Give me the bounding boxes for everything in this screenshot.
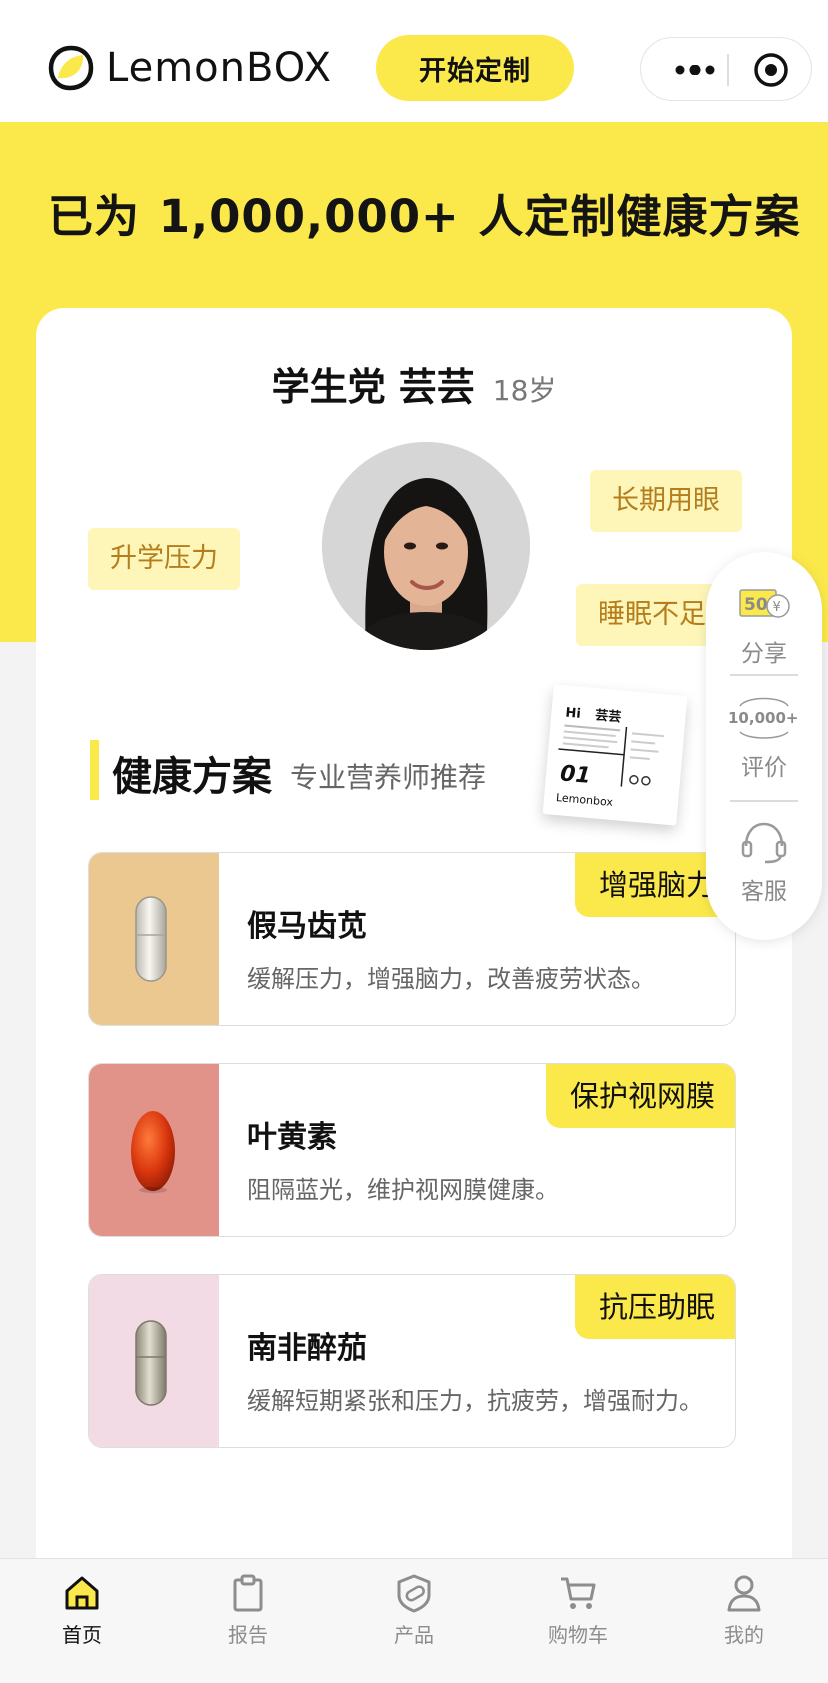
report-greeting: Hi <box>564 705 582 722</box>
review-bubble-icon: 10,000+ <box>728 697 798 739</box>
customer-service-button[interactable]: 客服 <box>706 820 822 906</box>
report-number: 01 <box>559 761 592 789</box>
target-circle-icon <box>754 53 788 87</box>
more-dots-icon <box>675 65 715 75</box>
capsule-pill-icon <box>135 1320 167 1406</box>
svg-text:50: 50 <box>744 595 768 615</box>
tab-products[interactable]: 产品 <box>354 1573 474 1648</box>
tab-cart[interactable]: 购物车 <box>518 1573 638 1648</box>
side-divider <box>730 800 798 802</box>
softgel-pill-icon <box>131 1111 175 1193</box>
tab-label: 报告 <box>228 1623 268 1647</box>
lemon-logo-icon <box>48 45 94 91</box>
report-brand: Lemonbox <box>555 791 614 809</box>
product-icon <box>397 1574 431 1613</box>
headline-suffix: 人定制健康方案 <box>478 190 801 243</box>
persona-age: 18岁 <box>492 374 557 407</box>
tab-home[interactable]: 首页 <box>22 1573 142 1648</box>
clipboard-icon <box>233 1574 263 1612</box>
tab-label: 产品 <box>394 1623 434 1647</box>
svg-text:10,000+: 10,000+ <box>728 709 798 727</box>
persona-title: 学生党 芸芸 18岁 <box>36 356 792 411</box>
plan-section-subtitle: 专业营养师推荐 <box>290 761 487 794</box>
close-miniprogram-button[interactable] <box>747 50 795 90</box>
report-card-illustration: Hi 芸芸 01 Lemonbox <box>542 684 688 826</box>
product-name: 叶黄素 <box>247 1120 337 1155</box>
hero-headline: 已为 1,000,000+ 人定制健康方案 <box>48 180 808 245</box>
user-icon <box>727 1575 761 1612</box>
headset-icon <box>741 822 787 864</box>
reviews-button[interactable]: 10,000+ 评价 <box>706 692 822 782</box>
brand-name: LemonBOX <box>106 45 333 91</box>
start-customize-button[interactable]: 开始定制 <box>376 35 574 101</box>
product-card[interactable]: 假马齿苋 缓解压力，增强脑力，改善疲劳状态。 增强脑力 <box>88 852 736 1026</box>
tab-label: 首页 <box>62 1623 102 1647</box>
persona-tag-eye-use: 长期用眼 <box>590 470 742 532</box>
share-label: 分享 <box>741 641 787 667</box>
floating-action-bar: 50 ¥ 分享 10,000+ 评价 客服 <box>706 552 822 940</box>
home-icon <box>65 1576 99 1610</box>
persona-name: 学生党 芸芸 <box>271 365 475 409</box>
tab-report[interactable]: 报告 <box>188 1573 308 1648</box>
product-benefit-badge: 抗压助眠 <box>574 1275 735 1339</box>
capsule-divider <box>727 54 729 86</box>
plan-section-title: 健康方案 <box>112 754 272 800</box>
persona-tag-pressure: 升学压力 <box>88 528 240 590</box>
product-description: 阻隔蓝光，维护视网膜健康。 <box>247 1176 559 1204</box>
persona-tag-sleep: 睡眠不足 <box>576 584 720 646</box>
tab-label: 我的 <box>724 1623 764 1647</box>
headline-prefix: 已为 <box>48 190 141 243</box>
side-divider <box>730 674 798 676</box>
product-description: 缓解短期紧张和压力，抗疲劳，增强耐力。 <box>247 1387 703 1415</box>
product-benefit-badge: 保护视网膜 <box>545 1064 735 1128</box>
product-card[interactable]: 叶黄素 阻隔蓝光，维护视网膜健康。 保护视网膜 <box>88 1063 736 1237</box>
miniprogram-capsule <box>640 37 812 101</box>
share-button[interactable]: 50 ¥ 分享 <box>706 586 822 668</box>
bottom-tab-bar: 首页 报告 产品 购物车 我的 <box>0 1558 828 1683</box>
product-card[interactable]: 南非醉茄 缓解短期紧张和压力，抗疲劳，增强耐力。 抗压助眠 <box>88 1274 736 1448</box>
reviews-label: 评价 <box>741 755 787 781</box>
cart-icon <box>561 1577 596 1609</box>
svg-text:¥: ¥ <box>773 600 781 615</box>
product-name: 南非醉茄 <box>247 1331 367 1366</box>
top-navigation-bar: LemonBOX 开始定制 <box>0 0 828 122</box>
avatar-portrait-icon <box>322 442 530 650</box>
product-description: 缓解压力，增强脑力，改善疲劳状态。 <box>247 965 655 993</box>
section-accent-bar <box>90 740 99 800</box>
tab-label: 购物车 <box>548 1623 608 1647</box>
capsule-pill-icon <box>135 896 167 982</box>
product-name: 假马齿苋 <box>247 909 367 944</box>
tab-profile[interactable]: 我的 <box>684 1573 804 1648</box>
headline-number: 1,000,000+ <box>156 190 462 243</box>
brand-logo[interactable]: LemonBOX <box>48 44 332 92</box>
more-options-button[interactable] <box>665 50 725 90</box>
report-name: 芸芸 <box>594 708 622 726</box>
coupon-icon: 50 ¥ <box>739 589 790 618</box>
customer-service-label: 客服 <box>741 879 787 905</box>
persona-avatar <box>322 442 530 650</box>
